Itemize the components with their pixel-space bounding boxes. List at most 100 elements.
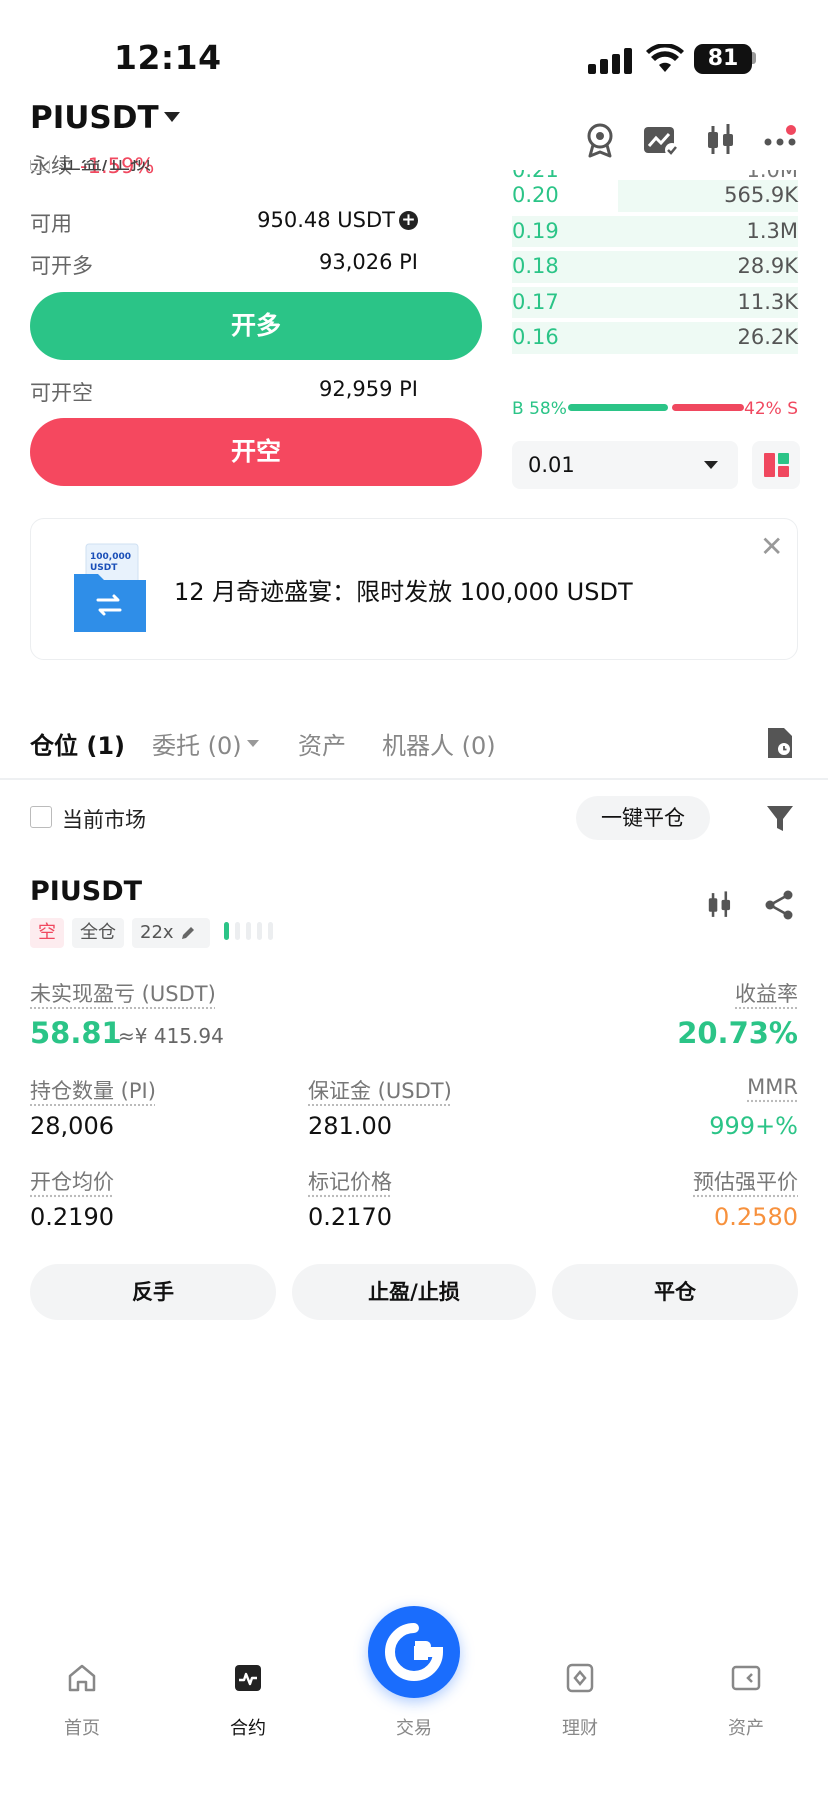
tab-label: 机器人 <box>382 732 454 760</box>
edit-icon[interactable] <box>180 925 196 941</box>
liq-price-label: 预估强平价 <box>693 1170 798 1194</box>
mark-price-value: 0.2170 <box>308 1203 392 1231</box>
banner-image-label-unit: USDT <box>90 563 118 573</box>
banner-text: 12 月奇迹盛宴：限时发放 100,000 USDT <box>174 578 633 606</box>
tab-positions[interactable]: 仓位 (1) <box>30 726 125 761</box>
nav-assets[interactable]: 资产 <box>706 1714 786 1740</box>
folder-illustration: 100,000 USDT <box>74 543 146 632</box>
banner-image-label: 100,000 <box>90 552 131 562</box>
notification-dot <box>786 125 796 135</box>
margin-mode-tag: 全仓 <box>72 918 124 948</box>
open-short-button[interactable]: 开空 <box>30 418 482 486</box>
orderbook-layout-button[interactable] <box>752 441 800 489</box>
position-symbol[interactable]: PIUSDT <box>30 876 142 907</box>
chart-check-icon[interactable] <box>640 120 680 160</box>
close-icon[interactable]: ✕ <box>760 530 783 563</box>
sell-ratio-bar <box>672 404 744 411</box>
current-market-label: 当前市场 <box>62 808 146 832</box>
margin-value: 281.00 <box>308 1112 392 1140</box>
tabs-divider <box>0 778 828 780</box>
orderbook-price: 0.16 <box>512 325 559 349</box>
reverse-button[interactable]: 反手 <box>30 1264 276 1320</box>
tpsl-checkbox-row[interactable]: 止盈/止损 <box>30 160 230 182</box>
orderbook-qty: 11.3K <box>737 289 798 314</box>
available-value: 950.48 USDT <box>257 208 395 232</box>
entry-price-value: 0.2190 <box>30 1203 114 1231</box>
buy-ratio-label: B 58% <box>512 399 567 419</box>
earn-icon[interactable] <box>564 1662 596 1694</box>
orderbook-price: 0.19 <box>512 218 559 243</box>
tab-label: 资产 <box>298 732 346 760</box>
leverage-tag[interactable]: 22x <box>132 918 210 948</box>
orderbook-row[interactable]: 0.19 1.3M <box>512 214 798 250</box>
mmr-value: 999+% <box>709 1112 798 1140</box>
history-document-icon[interactable] <box>764 726 796 760</box>
filter-icon[interactable] <box>764 802 796 834</box>
share-icon[interactable] <box>762 888 796 922</box>
can-short-label: 可开空 <box>30 381 93 405</box>
wifi-icon <box>646 44 684 72</box>
status-time: 12:14 <box>114 38 222 77</box>
position-size-label: 持仓数量 (PI) <box>30 1079 156 1103</box>
layout-icon <box>764 453 789 477</box>
liq-price-value: 0.2580 <box>714 1203 798 1231</box>
assets-icon[interactable] <box>730 1662 762 1694</box>
orderbook-row[interactable]: 0.17 11.3K <box>512 285 798 321</box>
adl-indicator-icon <box>224 922 273 940</box>
tpsl-checkbox[interactable] <box>30 160 50 171</box>
candlestick-icon[interactable] <box>702 888 736 922</box>
orderbook-row[interactable]: 0.20 565.9K <box>512 178 798 214</box>
position-size-value: 28,006 <box>30 1112 114 1140</box>
mark-price-label: 标记价格 <box>308 1170 392 1194</box>
orderbook-row[interactable]: 0.18 28.9K <box>512 249 798 285</box>
close-all-button[interactable]: 一键平仓 <box>576 796 710 840</box>
candlestick-icon[interactable] <box>700 120 740 160</box>
tpsl-button[interactable]: 止盈/止损 <box>292 1264 536 1320</box>
roe-value: 20.73% <box>677 1016 798 1050</box>
unrealized-pnl-value: 58.81 <box>30 1016 122 1050</box>
nav-futures[interactable]: 合约 <box>208 1714 288 1740</box>
available-balance: 950.48 USDT + <box>257 208 418 232</box>
close-position-button[interactable]: 平仓 <box>552 1264 798 1320</box>
tab-orders[interactable]: 委托 (0) <box>152 726 242 761</box>
current-market-checkbox[interactable] <box>30 806 52 828</box>
nav-trade[interactable]: 交易 <box>374 1714 454 1740</box>
chevron-down-icon[interactable] <box>247 740 259 747</box>
open-long-button[interactable]: 开多 <box>30 292 482 360</box>
tab-label: 委托 <box>152 732 200 760</box>
leverage-value: 22x <box>140 922 174 943</box>
orderbook-bids: 0.20 565.9K 0.19 1.3M 0.18 28.9K 0.17 11… <box>512 178 798 372</box>
tpsl-label: 止盈/止损 <box>60 160 152 174</box>
tab-count: (0) <box>461 732 496 760</box>
can-short-value: 92,959 PI <box>318 377 418 401</box>
tab-bots[interactable]: 机器人 (0) <box>382 726 496 761</box>
award-icon[interactable] <box>580 120 620 160</box>
nav-earn[interactable]: 理财 <box>540 1714 620 1740</box>
tab-label: 仓位 <box>30 732 78 760</box>
unrealized-pnl-label: 未实现盈亏 (USDT) <box>30 982 216 1006</box>
futures-icon[interactable] <box>232 1662 264 1694</box>
roe-label: 收益率 <box>735 982 798 1006</box>
buy-ratio-bar <box>568 404 668 411</box>
orderbook-price: 0.18 <box>512 254 559 278</box>
chevron-down-icon[interactable] <box>704 461 718 469</box>
chevron-down-icon[interactable] <box>164 112 180 122</box>
can-long-label: 可开多 <box>30 254 93 278</box>
trade-button[interactable] <box>368 1606 460 1698</box>
home-icon[interactable] <box>66 1662 98 1694</box>
nav-home[interactable]: 首页 <box>42 1714 122 1740</box>
add-funds-icon[interactable]: + <box>399 211 418 230</box>
mmr-label: MMR <box>747 1075 798 1099</box>
margin-label: 保证金 (USDT) <box>308 1079 452 1103</box>
trade-icon <box>385 1623 444 1681</box>
tab-count: (0) <box>207 732 242 760</box>
unrealized-pnl-cny: ≈¥ 415.94 <box>118 1024 224 1048</box>
orderbook-qty: 26.2K <box>737 325 798 349</box>
symbol-selector[interactable]: PIUSDT <box>30 100 159 136</box>
orderbook-price: 0.20 <box>512 183 559 207</box>
orderbook-row[interactable]: 0.16 26.2K <box>512 320 798 356</box>
can-long-value: 93,026 PI <box>318 250 418 274</box>
side-tag: 空 <box>30 918 64 948</box>
orderbook-qty: 1.3M <box>746 218 798 243</box>
tab-assets[interactable]: 资产 <box>298 726 346 761</box>
